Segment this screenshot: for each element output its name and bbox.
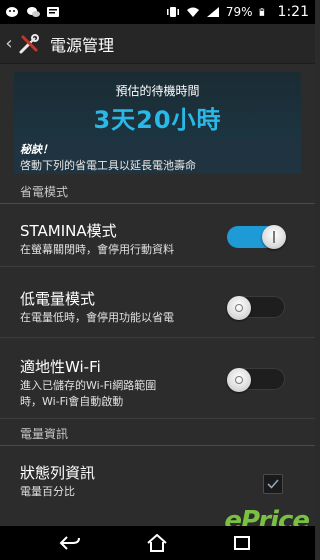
tip-title: 秘訣！ — [20, 143, 53, 156]
vibrate-icon — [166, 7, 179, 17]
action-bar: ‹ 電源管理 — [0, 24, 315, 64]
setting-row-location-wifi[interactable]: 適地性Wi-Fi 進入已儲存的Wi-Fi網路範圍 時，Wi-Fi會自動啟動 — [0, 339, 315, 419]
setting-title: 狀態列資訊 — [20, 464, 96, 482]
standby-time: 3天20小時 — [93, 106, 222, 134]
status-bar-notifications — [6, 6, 60, 18]
section-header-power-saving: 省電模式 — [0, 182, 315, 204]
low-battery-toggle[interactable] — [227, 296, 285, 320]
check-icon — [267, 479, 279, 489]
wechat-icon — [6, 7, 18, 17]
setting-title: 適地性Wi-Fi — [20, 358, 101, 376]
chevron-left-icon[interactable]: ‹ — [2, 24, 16, 64]
notification-icon — [47, 7, 59, 17]
stamina-toggle[interactable] — [227, 225, 286, 249]
signal-icon — [206, 7, 219, 17]
setting-row-low-battery[interactable]: 低電量模式 在電量低時，會停用功能以省電 — [0, 268, 315, 338]
back-button[interactable] — [45, 526, 95, 560]
back-arrow-icon — [59, 536, 80, 550]
tools-icon[interactable] — [16, 31, 42, 57]
tip-box: 秘訣！ 啓動下列的省電工具以延長電池壽命 — [14, 140, 301, 174]
status-bar: 79% 1:21 — [0, 0, 315, 24]
setting-row-statusbar-info[interactable]: 狀態列資訊 電量百分比 — [0, 447, 315, 509]
setting-subtitle: 在電量低時，會停用功能以省電 — [20, 311, 174, 324]
battery-icon — [259, 8, 264, 16]
toggle-knob — [227, 368, 251, 392]
battery-percent: 79% — [225, 5, 253, 19]
setting-title: STAMINA模式 — [20, 222, 117, 240]
setting-subtitle-line1: 進入已儲存的Wi-Fi網路範圍 — [20, 379, 157, 392]
standby-estimate-card: 預估的待機時間 3天20小時 秘訣！ 啓動下列的省電工具以延長電池壽命 — [14, 72, 301, 174]
home-button[interactable] — [132, 526, 182, 560]
status-bar-system: 79% 1:21 — [166, 4, 309, 20]
home-icon — [147, 534, 167, 552]
recent-apps-icon — [234, 536, 250, 550]
toggle-knob — [262, 225, 286, 249]
setting-row-stamina[interactable]: STAMINA模式 在螢幕關閉時，會停用行動資料 — [0, 205, 315, 267]
page-title: 電源管理 — [50, 35, 115, 55]
setting-subtitle: 在螢幕關閉時，會停用行動資料 — [20, 243, 174, 256]
power-management-content: 預估的待機時間 3天20小時 秘訣！ 啓動下列的省電工具以延長電池壽命 省電模式… — [0, 64, 315, 526]
message-icon — [27, 7, 40, 17]
toggle-knob — [227, 296, 251, 320]
wifi-icon — [186, 7, 199, 17]
setting-subtitle: 電量百分比 — [20, 485, 75, 498]
section-header-battery-info: 電量資訊 — [0, 424, 315, 446]
setting-title: 低電量模式 — [20, 290, 96, 308]
tip-body: 啓動下列的省電工具以延長電池壽命 — [20, 159, 196, 172]
navigation-bar — [0, 526, 315, 560]
setting-subtitle-line2: 時，Wi-Fi會自動啟動 — [20, 395, 124, 408]
battery-percent-checkbox[interactable] — [263, 474, 283, 494]
status-clock: 1:21 — [277, 4, 309, 20]
standby-label: 預估的待機時間 — [115, 84, 200, 98]
location-wifi-toggle[interactable] — [227, 368, 285, 392]
recent-apps-button[interactable] — [218, 526, 268, 560]
